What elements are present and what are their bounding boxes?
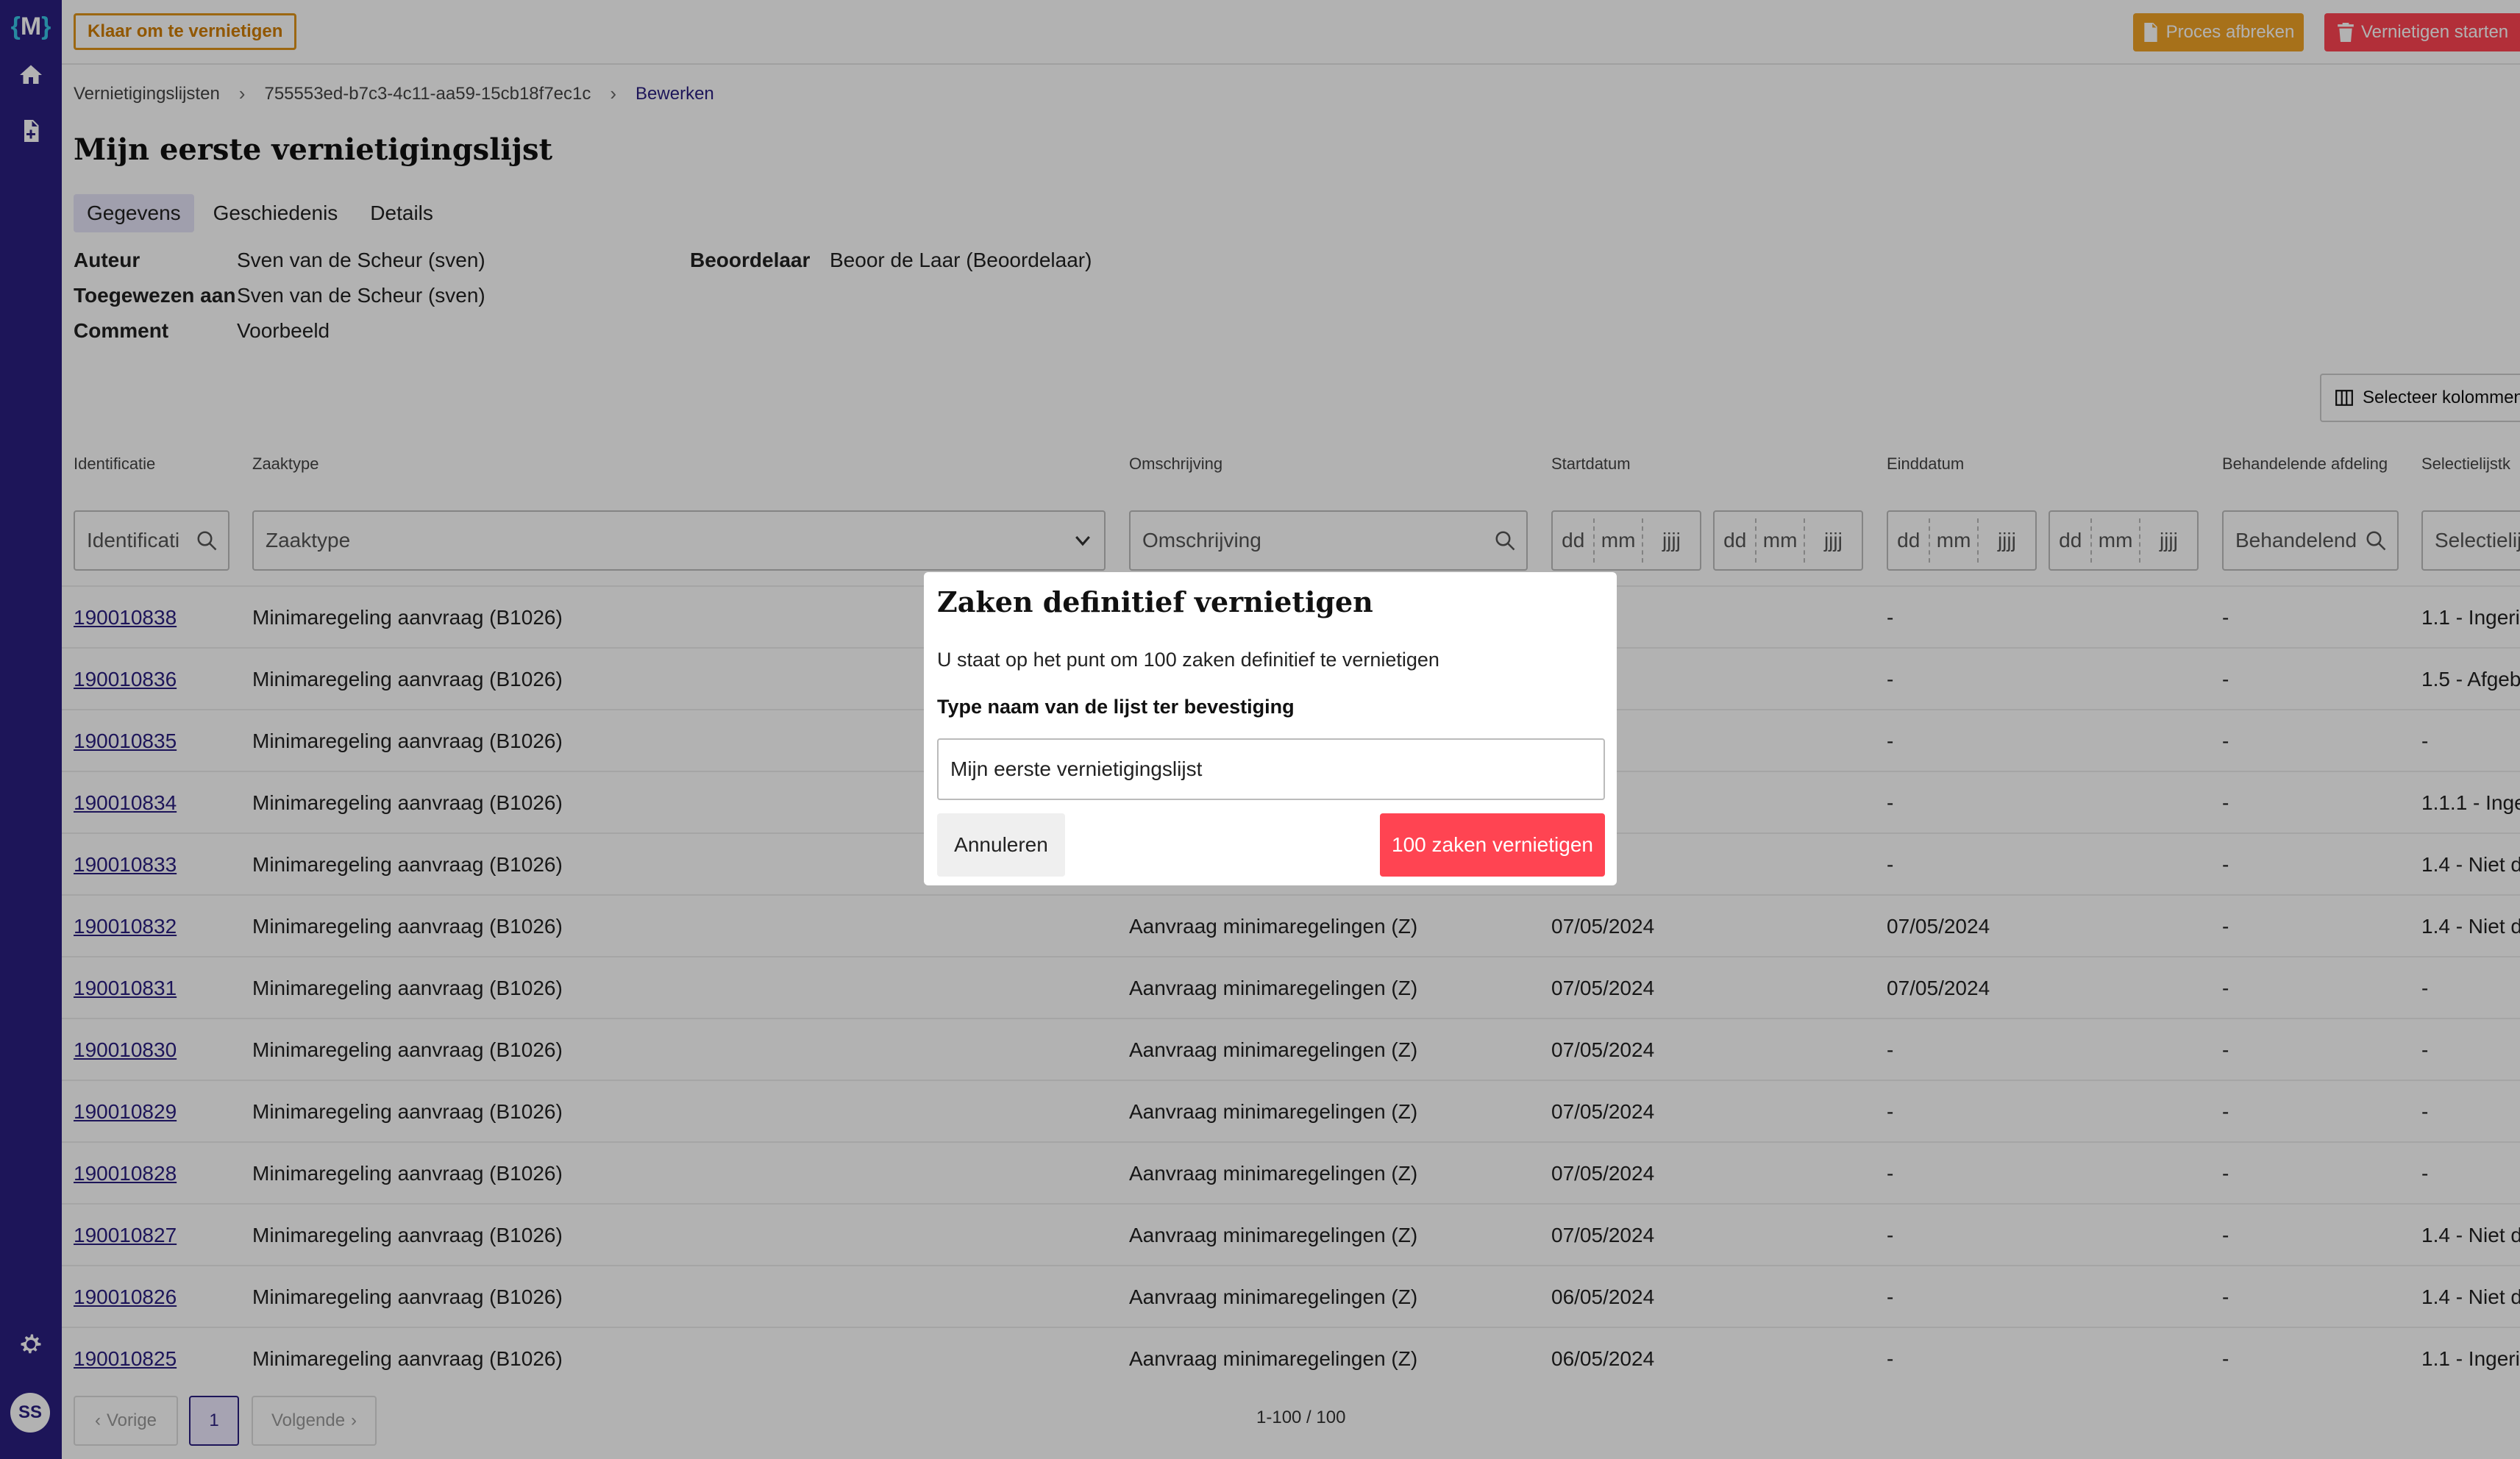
confirm-name-input[interactable] — [937, 738, 1605, 800]
modal-input-label: Type naam van de lijst ter bevestiging — [937, 696, 1295, 718]
modal-message: U staat op het punt om 100 zaken definit… — [937, 649, 1439, 671]
app-root: {M} SS Klaar om te vernietigen Proces af… — [0, 0, 2520, 1459]
cancel-button[interactable]: Annuleren — [937, 813, 1065, 877]
modal-title: Zaken definitief vernietigen — [937, 585, 1373, 618]
confirm-destroy-button[interactable]: 100 zaken vernietigen — [1380, 813, 1605, 877]
confirm-destroy-modal: Zaken definitief vernietigen U staat op … — [924, 572, 1617, 885]
